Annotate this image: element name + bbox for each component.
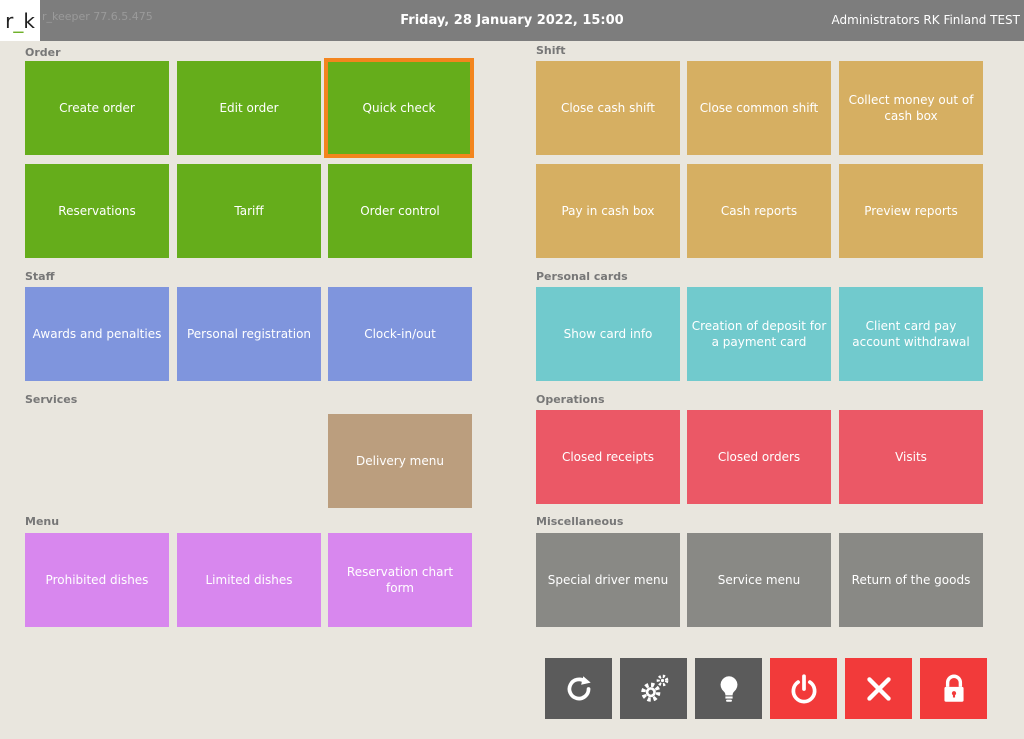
show-card-info-button[interactable]: Show card info	[536, 287, 680, 381]
create-order-button[interactable]: Create order	[25, 61, 169, 155]
section-menu: Menu	[25, 515, 60, 528]
clock-in-out-button[interactable]: Clock-in/out	[328, 287, 472, 381]
order-control-button[interactable]: Order control	[328, 164, 472, 258]
user-label: Administrators RK Finland TEST	[831, 13, 1020, 27]
reservations-button[interactable]: Reservations	[25, 164, 169, 258]
close-button[interactable]	[845, 658, 912, 719]
hint-button[interactable]	[695, 658, 762, 719]
section-shift: Shift	[536, 44, 566, 57]
delivery-menu-button[interactable]: Delivery menu	[328, 414, 472, 508]
section-staff: Staff	[25, 270, 55, 283]
close-common-shift-button[interactable]: Close common shift	[687, 61, 831, 155]
quick-check-button[interactable]: Quick check	[324, 58, 474, 158]
settings-button[interactable]	[620, 658, 687, 719]
refresh-icon	[567, 675, 591, 700]
card-withdrawal-button[interactable]: Client card pay account withdrawal	[839, 287, 983, 381]
special-driver-menu-button[interactable]: Special driver menu	[536, 533, 680, 627]
power-icon	[791, 673, 816, 703]
pay-in-cash-box-button[interactable]: Pay in cash box	[536, 164, 680, 258]
top-bar: r _ k r_keeper 77.6.5.475 Friday, 28 Janua…	[0, 0, 1024, 41]
prohibited-dishes-button[interactable]: Prohibited dishes	[25, 533, 169, 627]
closed-receipts-button[interactable]: Closed receipts	[536, 410, 680, 504]
cash-reports-button[interactable]: Cash reports	[687, 164, 831, 258]
tariff-button[interactable]: Tariff	[177, 164, 321, 258]
edit-order-button[interactable]: Edit order	[177, 61, 321, 155]
gears-icon	[640, 674, 668, 702]
closed-orders-button[interactable]: Closed orders	[687, 410, 831, 504]
section-order: Order	[25, 46, 61, 59]
limited-dishes-button[interactable]: Limited dishes	[177, 533, 321, 627]
deposit-payment-card-button[interactable]: Creation of deposit for a payment card	[687, 287, 831, 381]
section-operations: Operations	[536, 393, 605, 406]
refresh-button[interactable]	[545, 658, 612, 719]
awards-penalties-button[interactable]: Awards and penalties	[25, 287, 169, 381]
section-miscellaneous: Miscellaneous	[536, 515, 624, 528]
visits-button[interactable]: Visits	[839, 410, 983, 504]
lock-button[interactable]	[920, 658, 987, 719]
power-button[interactable]	[770, 658, 837, 719]
close-cash-shift-button[interactable]: Close cash shift	[536, 61, 680, 155]
section-personal-cards: Personal cards	[536, 270, 628, 283]
lightbulb-icon	[720, 675, 737, 702]
preview-reports-button[interactable]: Preview reports	[839, 164, 983, 258]
return-goods-button[interactable]: Return of the goods	[839, 533, 983, 627]
close-icon	[866, 676, 891, 701]
personal-registration-button[interactable]: Personal registration	[177, 287, 321, 381]
collect-money-button[interactable]: Collect money out of cash box	[839, 61, 983, 155]
service-menu-button[interactable]: Service menu	[687, 533, 831, 627]
lock-icon	[943, 674, 964, 702]
reservation-chart-form-button[interactable]: Reservation chart form	[328, 533, 472, 627]
section-services: Services	[25, 393, 78, 406]
